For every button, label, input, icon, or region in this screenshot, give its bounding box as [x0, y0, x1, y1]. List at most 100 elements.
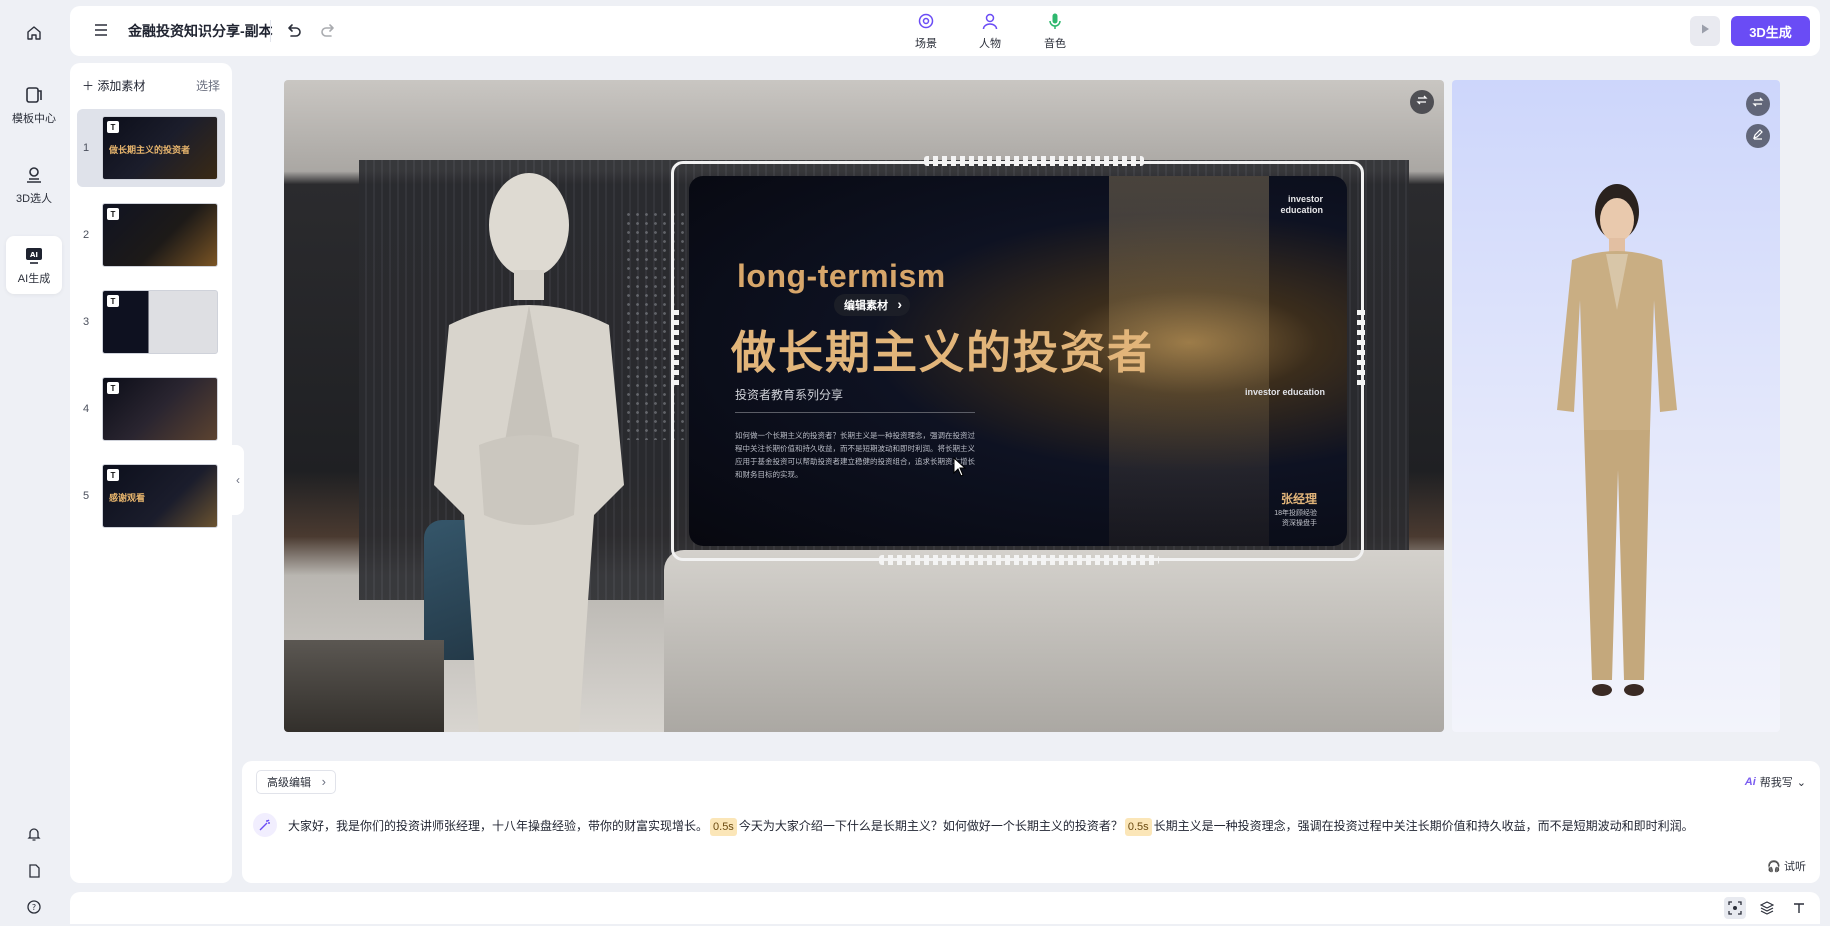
top-bar: 金融投资知识分享-副本 场景 人物 音色 3D生成 [70, 6, 1820, 56]
advanced-edit-label: 高级编辑 [267, 777, 311, 789]
hamburger-menu-icon[interactable] [92, 21, 110, 39]
rail-label: 3D选人 [15, 193, 53, 205]
swap-scene-button[interactable] [1410, 90, 1434, 114]
slide-item[interactable]: 4 T [77, 370, 225, 448]
tab-person[interactable]: 人物 [970, 12, 1010, 51]
sofa [664, 550, 1444, 732]
frame-ticks [924, 156, 1144, 166]
rail-item-template-center[interactable]: 模板中心 [6, 76, 62, 134]
screen-body-text: 如何做一个长期主义的投资者？长期主义是一种投资理念，强调在投资过程中关注长期价值… [735, 431, 975, 479]
template-icon [23, 84, 45, 106]
document-icon [23, 860, 45, 882]
slide-number: 5 [83, 490, 90, 502]
thumbnail-title: 做长期主义的投资者 [109, 145, 191, 155]
helper-label: 帮我写 [1759, 777, 1793, 789]
redo-icon[interactable] [318, 20, 340, 42]
help-button[interactable]: ? [6, 888, 62, 926]
swap-icon [1752, 95, 1764, 113]
pause-marker[interactable]: 0.5s [710, 818, 737, 836]
text-badge-icon: T [107, 469, 119, 481]
microphone-icon [1046, 12, 1064, 33]
script-editor: 高级编辑 Ai 帮我写 ⌄ 大家好，我是你们的投资讲师张经理，十八年操盘经验，带… [242, 761, 1820, 883]
presenter-role: 18年投顾经验 [1274, 510, 1317, 517]
text-badge-icon: T [107, 121, 119, 133]
screen-divider [735, 412, 975, 413]
document-button[interactable] [6, 852, 62, 890]
screenshot-icon[interactable] [1724, 897, 1746, 919]
document-title[interactable]: 金融投资知识分享-副本 [128, 21, 273, 41]
rail-item-3d-person[interactable]: 3D选人 [6, 156, 62, 214]
slide-item[interactable]: 1 T 做长期主义的投资者 [77, 109, 225, 187]
advanced-edit-button[interactable]: 高级编辑 [256, 770, 336, 794]
bell-icon [23, 823, 45, 845]
text-badge-icon: T [107, 295, 119, 307]
chevron-left-icon: ‹ [236, 473, 240, 487]
undo-icon[interactable] [282, 20, 304, 42]
left-rail: 模板中心 3D选人 AI AI生成 ? [0, 0, 68, 926]
listen-label: 试听 [1784, 861, 1806, 873]
headphones-icon: 🎧 [1767, 861, 1781, 873]
text-badge-icon: T [107, 208, 119, 220]
slide-number: 3 [83, 316, 90, 328]
ai-icon: Ai [1744, 776, 1756, 788]
pause-marker[interactable]: 0.5s [1124, 818, 1152, 836]
slide-thumbnail: T [102, 203, 218, 267]
slide-item[interactable]: 3 T [77, 283, 225, 361]
screen-side-label: investor education [1244, 387, 1325, 397]
listen-button[interactable]: 🎧 试听 [1767, 858, 1806, 874]
frame-ticks [671, 310, 679, 390]
presenter-name: 张经理 [1280, 492, 1317, 506]
screen-subtitle: 投资者教育系列分享 [735, 388, 844, 402]
slide-thumbnail: T 感谢观看 [102, 464, 218, 528]
swap-avatar-button[interactable] [1746, 92, 1770, 116]
script-text[interactable]: 大家好，我是你们的投资讲师张经理，十八年操盘经验，带你的财富实现增长。 0.5s 今… [288, 817, 1806, 836]
frame-ticks [1357, 310, 1365, 390]
notification-button[interactable] [6, 815, 62, 853]
tab-scene[interactable]: 场景 [906, 12, 946, 51]
add-material-label: 添加素材 [97, 79, 146, 93]
tab-voice[interactable]: 音色 [1035, 12, 1075, 51]
chevron-down-icon: ⌄ [1796, 776, 1806, 789]
edit-avatar-button[interactable] [1746, 124, 1770, 148]
scene-canvas[interactable]: investor education long-termism 做长期主义的投资… [284, 80, 1444, 732]
svg-text:AI: AI [30, 251, 38, 259]
script-segment: 长期主义是一种投资理念，强调在投资过程中关注长期价值和持久收益，而不是短期波动和… [1153, 819, 1694, 833]
play-icon [1699, 22, 1711, 40]
slide-item[interactable]: 5 T 感谢观看 [77, 457, 225, 535]
ai-write-helper-button[interactable]: Ai 帮我写 ⌄ [1745, 774, 1806, 790]
magic-wand-icon[interactable] [253, 813, 277, 837]
text-badge-icon: T [107, 382, 119, 394]
screen-brand-text: investor education [1280, 194, 1323, 215]
slide-thumbnail: T [102, 377, 218, 441]
add-material-button[interactable]: ＋ 添加素材 [82, 77, 145, 94]
person-icon [981, 12, 999, 33]
screen-headline-cn: 做长期主义的投资者 [731, 327, 1155, 378]
person-3d-icon [23, 164, 45, 186]
bottom-toolbar [70, 892, 1820, 924]
generate-3d-button[interactable]: 3D生成 [1731, 16, 1810, 46]
script-segment: 大家好，我是你们的投资讲师张经理，十八年操盘经验，带你的财富实现增长。 [288, 819, 709, 833]
divider [270, 20, 271, 42]
select-button[interactable]: 选择 [196, 77, 220, 94]
preview-play-button[interactable] [1690, 16, 1720, 46]
home-button[interactable] [6, 14, 62, 52]
screen-headline-en: long-termism [737, 258, 946, 294]
layers-icon[interactable] [1756, 897, 1778, 919]
pen-icon [1752, 127, 1764, 145]
edit-material-button[interactable]: 编辑素材 [834, 294, 910, 316]
svg-text:?: ? [32, 903, 36, 912]
avatar-figure [1557, 184, 1677, 696]
mouse-cursor-icon [953, 457, 967, 477]
presentation-screen[interactable]: investor education long-termism 做长期主义的投资… [689, 176, 1347, 546]
slide-thumbnail: T 做长期主义的投资者 [102, 116, 218, 180]
home-icon [23, 22, 45, 44]
collapse-panel-button[interactable]: ‹ [232, 445, 244, 515]
text-icon[interactable] [1788, 897, 1810, 919]
frame-ticks [879, 555, 1159, 565]
scene-icon [917, 12, 935, 33]
ai-generate-icon: AI [23, 244, 45, 266]
rail-item-ai-generate[interactable]: AI AI生成 [6, 236, 62, 294]
slide-thumbnail: T [102, 290, 218, 354]
slide-item[interactable]: 2 T [77, 196, 225, 274]
rail-label: AI生成 [17, 273, 51, 285]
